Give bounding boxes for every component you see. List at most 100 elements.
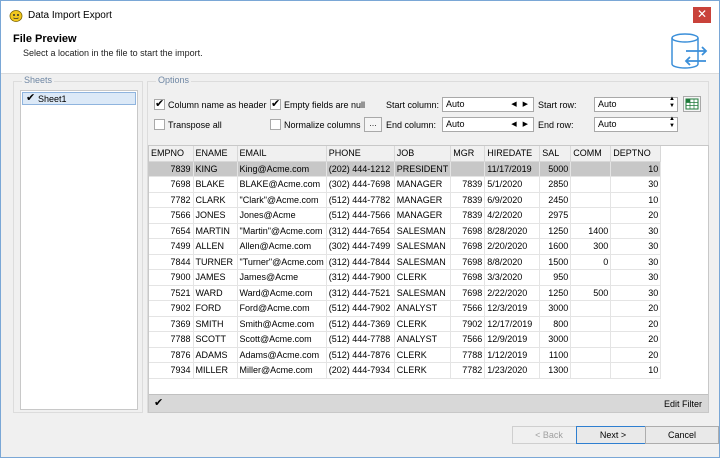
table-row[interactable]: 7782 CLARK "Clark"@Acme.com (512) 444-7782 M…: [149, 192, 662, 208]
transpose-all-checkbox[interactable]: [154, 119, 165, 130]
column-header-phone[interactable]: PHONE: [326, 146, 395, 162]
table-cell-phone: (312) 444-7900: [326, 269, 395, 286]
table-cell-sal: 950: [539, 269, 572, 286]
table-row[interactable]: 7369 SMITH Smith@Acme.com (512) 444-7369 CLE…: [149, 316, 662, 332]
table-cell-job: SALESMAN: [394, 238, 452, 255]
column-name-as-header-checkbox[interactable]: [154, 97, 165, 110]
spreadsheet-icon: [685, 98, 699, 110]
table-cell-mgr: 7782: [450, 362, 486, 379]
data-import-export-window: Data Import Export ✕ File Preview Select…: [0, 0, 720, 458]
table-cell-sal: 800: [539, 316, 572, 332]
table-cell-sal: 2450: [539, 192, 572, 208]
table-cell-hiredate: 2/22/2020: [484, 285, 541, 301]
table-row[interactable]: 7839 KING King@Acme.com (202) 444-1212 PRESI…: [149, 161, 662, 177]
table-cell-empno: 7369: [149, 316, 194, 332]
table-cell-sal: 2850: [539, 176, 572, 193]
empty-fields-null-checkbox[interactable]: [270, 97, 281, 110]
sheet-item-label: Sheet1: [38, 94, 67, 104]
table-cell-sal: 1300: [539, 362, 572, 379]
table-cell-ename: WARD: [193, 285, 238, 301]
column-header-hiredate[interactable]: HIREDATE: [484, 146, 541, 162]
end-column-select[interactable]: Auto ◀ ▶: [442, 117, 534, 132]
table-cell-ename: ALLEN: [193, 238, 238, 255]
table-cell-deptno: 20: [610, 207, 662, 224]
table-row[interactable]: 7934 MILLER Miller@Acme.com (202) 444-7934 C…: [149, 362, 662, 379]
excel-preview-button[interactable]: [683, 96, 701, 112]
column-header-comm[interactable]: COMM: [570, 146, 612, 162]
table-cell-mgr: 7698: [450, 254, 486, 270]
column-header-ename[interactable]: ENAME: [193, 146, 238, 162]
page-title: File Preview: [13, 33, 77, 45]
table-cell-job: MANAGER: [394, 176, 452, 193]
table-cell-ename: JAMES: [193, 269, 238, 286]
end-row-value: Auto: [598, 119, 617, 129]
table-row[interactable]: 7654 MARTIN "Martin"@Acme.com (312) 444-765…: [149, 223, 662, 239]
table-row[interactable]: 7499 ALLEN Allen@Acme.com (302) 444-7499 SAL…: [149, 238, 662, 255]
table-row[interactable]: 7900 JAMES James@Acme (312) 444-7900 CLERK 76…: [149, 269, 662, 286]
table-cell-empno: 7521: [149, 285, 194, 301]
end-row-spin-icon[interactable]: ▲ ▼: [669, 116, 675, 130]
title-bar[interactable]: Data Import Export ✕: [1, 1, 719, 29]
table-cell-phone: (312) 444-7844: [326, 254, 395, 270]
sheets-list[interactable]: Sheet1: [20, 90, 138, 410]
table-cell-empno: 7566: [149, 207, 194, 224]
table-cell-job: SALESMAN: [394, 254, 452, 270]
start-row-spinner[interactable]: Auto ▲ ▼: [594, 96, 678, 112]
filter-checkbox[interactable]: [153, 396, 164, 409]
table-cell-hiredate: 1/12/2019: [484, 347, 541, 363]
normalize-columns-checkbox[interactable]: [270, 119, 281, 130]
table-cell-email: King@Acme.com: [237, 161, 327, 177]
start-column-arrows-icon[interactable]: ◀ ▶: [511, 98, 530, 111]
preview-grid[interactable]: EMPNO ENAME EMAIL PHONE JOB MGR HIREDATE SAL COM…: [148, 145, 709, 413]
sheet1-checkbox[interactable]: [25, 91, 36, 104]
edit-filter-link[interactable]: Edit Filter: [664, 399, 702, 409]
table-cell-comm: [570, 207, 612, 224]
table-cell-deptno: 20: [610, 316, 662, 332]
table-row[interactable]: 7698 BLAKE BLAKE@Acme.com (302) 444-7698 MAN…: [149, 176, 662, 193]
table-cell-ename: JONES: [193, 207, 238, 224]
table-cell-job: CLERK: [394, 316, 452, 332]
page-subtitle: Select a location in the file to start t…: [23, 48, 203, 58]
start-row-spin-icon[interactable]: ▲ ▼: [669, 96, 675, 110]
table-cell-phone: (312) 444-7521: [326, 285, 395, 301]
table-cell-hiredate: 11/17/2019: [484, 161, 541, 177]
table-row[interactable]: 7844 TURNER "Turner"@Acme.com (312) 444-784…: [149, 254, 662, 270]
next-button[interactable]: Next >: [576, 426, 650, 444]
end-column-arrows-icon[interactable]: ◀ ▶: [511, 118, 530, 131]
table-row[interactable]: 7521 WARD Ward@Acme.com (312) 444-7521 SALES…: [149, 285, 662, 301]
dialog-footer: < Back Next > Cancel: [1, 413, 719, 457]
table-cell-ename: SCOTT: [193, 331, 238, 348]
table-cell-hiredate: 2/20/2020: [484, 238, 541, 255]
table-cell-ename: MILLER: [193, 362, 238, 379]
close-icon[interactable]: ✕: [693, 7, 711, 23]
dialog-body: Sheets Sheet1 Options Column name as hea…: [1, 74, 719, 413]
column-header-email[interactable]: EMAIL: [237, 146, 327, 162]
column-header-empno[interactable]: EMPNO: [149, 146, 194, 162]
sheet-item-sheet1[interactable]: Sheet1: [22, 91, 136, 105]
start-column-select[interactable]: Auto ◀ ▶: [442, 97, 534, 112]
end-row-spinner[interactable]: Auto ▲ ▼: [594, 116, 678, 132]
table-cell-deptno: 30: [610, 254, 662, 270]
table-cell-mgr: 7839: [450, 176, 486, 193]
table-cell-deptno: 30: [610, 238, 662, 255]
table-row[interactable]: 7566 JONES Jones@Acme (512) 444-7566 MANAGER…: [149, 207, 662, 224]
table-cell-deptno: 30: [610, 269, 662, 286]
column-header-mgr[interactable]: MGR: [450, 146, 486, 162]
table-cell-email: BLAKE@Acme.com: [237, 176, 327, 193]
table-row[interactable]: 7788 SCOTT Scott@Acme.com (512) 444-7788 ANA…: [149, 331, 662, 348]
start-column-value: Auto: [446, 99, 465, 109]
table-cell-sal: 1600: [539, 238, 572, 255]
table-cell-email: "Clark"@Acme.com: [237, 192, 327, 208]
table-cell-empno: 7844: [149, 254, 194, 270]
table-row[interactable]: 7902 FORD Ford@Acme.com (512) 444-7902 ANALY…: [149, 300, 662, 317]
column-header-deptno[interactable]: DEPTNO: [610, 146, 662, 162]
column-header-job[interactable]: JOB: [394, 146, 452, 162]
table-cell-mgr: 7566: [450, 331, 486, 348]
table-cell-comm: 500: [570, 285, 612, 301]
table-row[interactable]: 7876 ADAMS Adams@Acme.com (512) 444-7876 CLE…: [149, 347, 662, 363]
normalize-options-button[interactable]: ...: [364, 117, 382, 132]
cancel-button[interactable]: Cancel: [645, 426, 719, 444]
column-header-sal[interactable]: SAL: [539, 146, 572, 162]
back-button[interactable]: < Back: [512, 426, 586, 444]
table-cell-hiredate: 1/23/2020: [484, 362, 541, 379]
